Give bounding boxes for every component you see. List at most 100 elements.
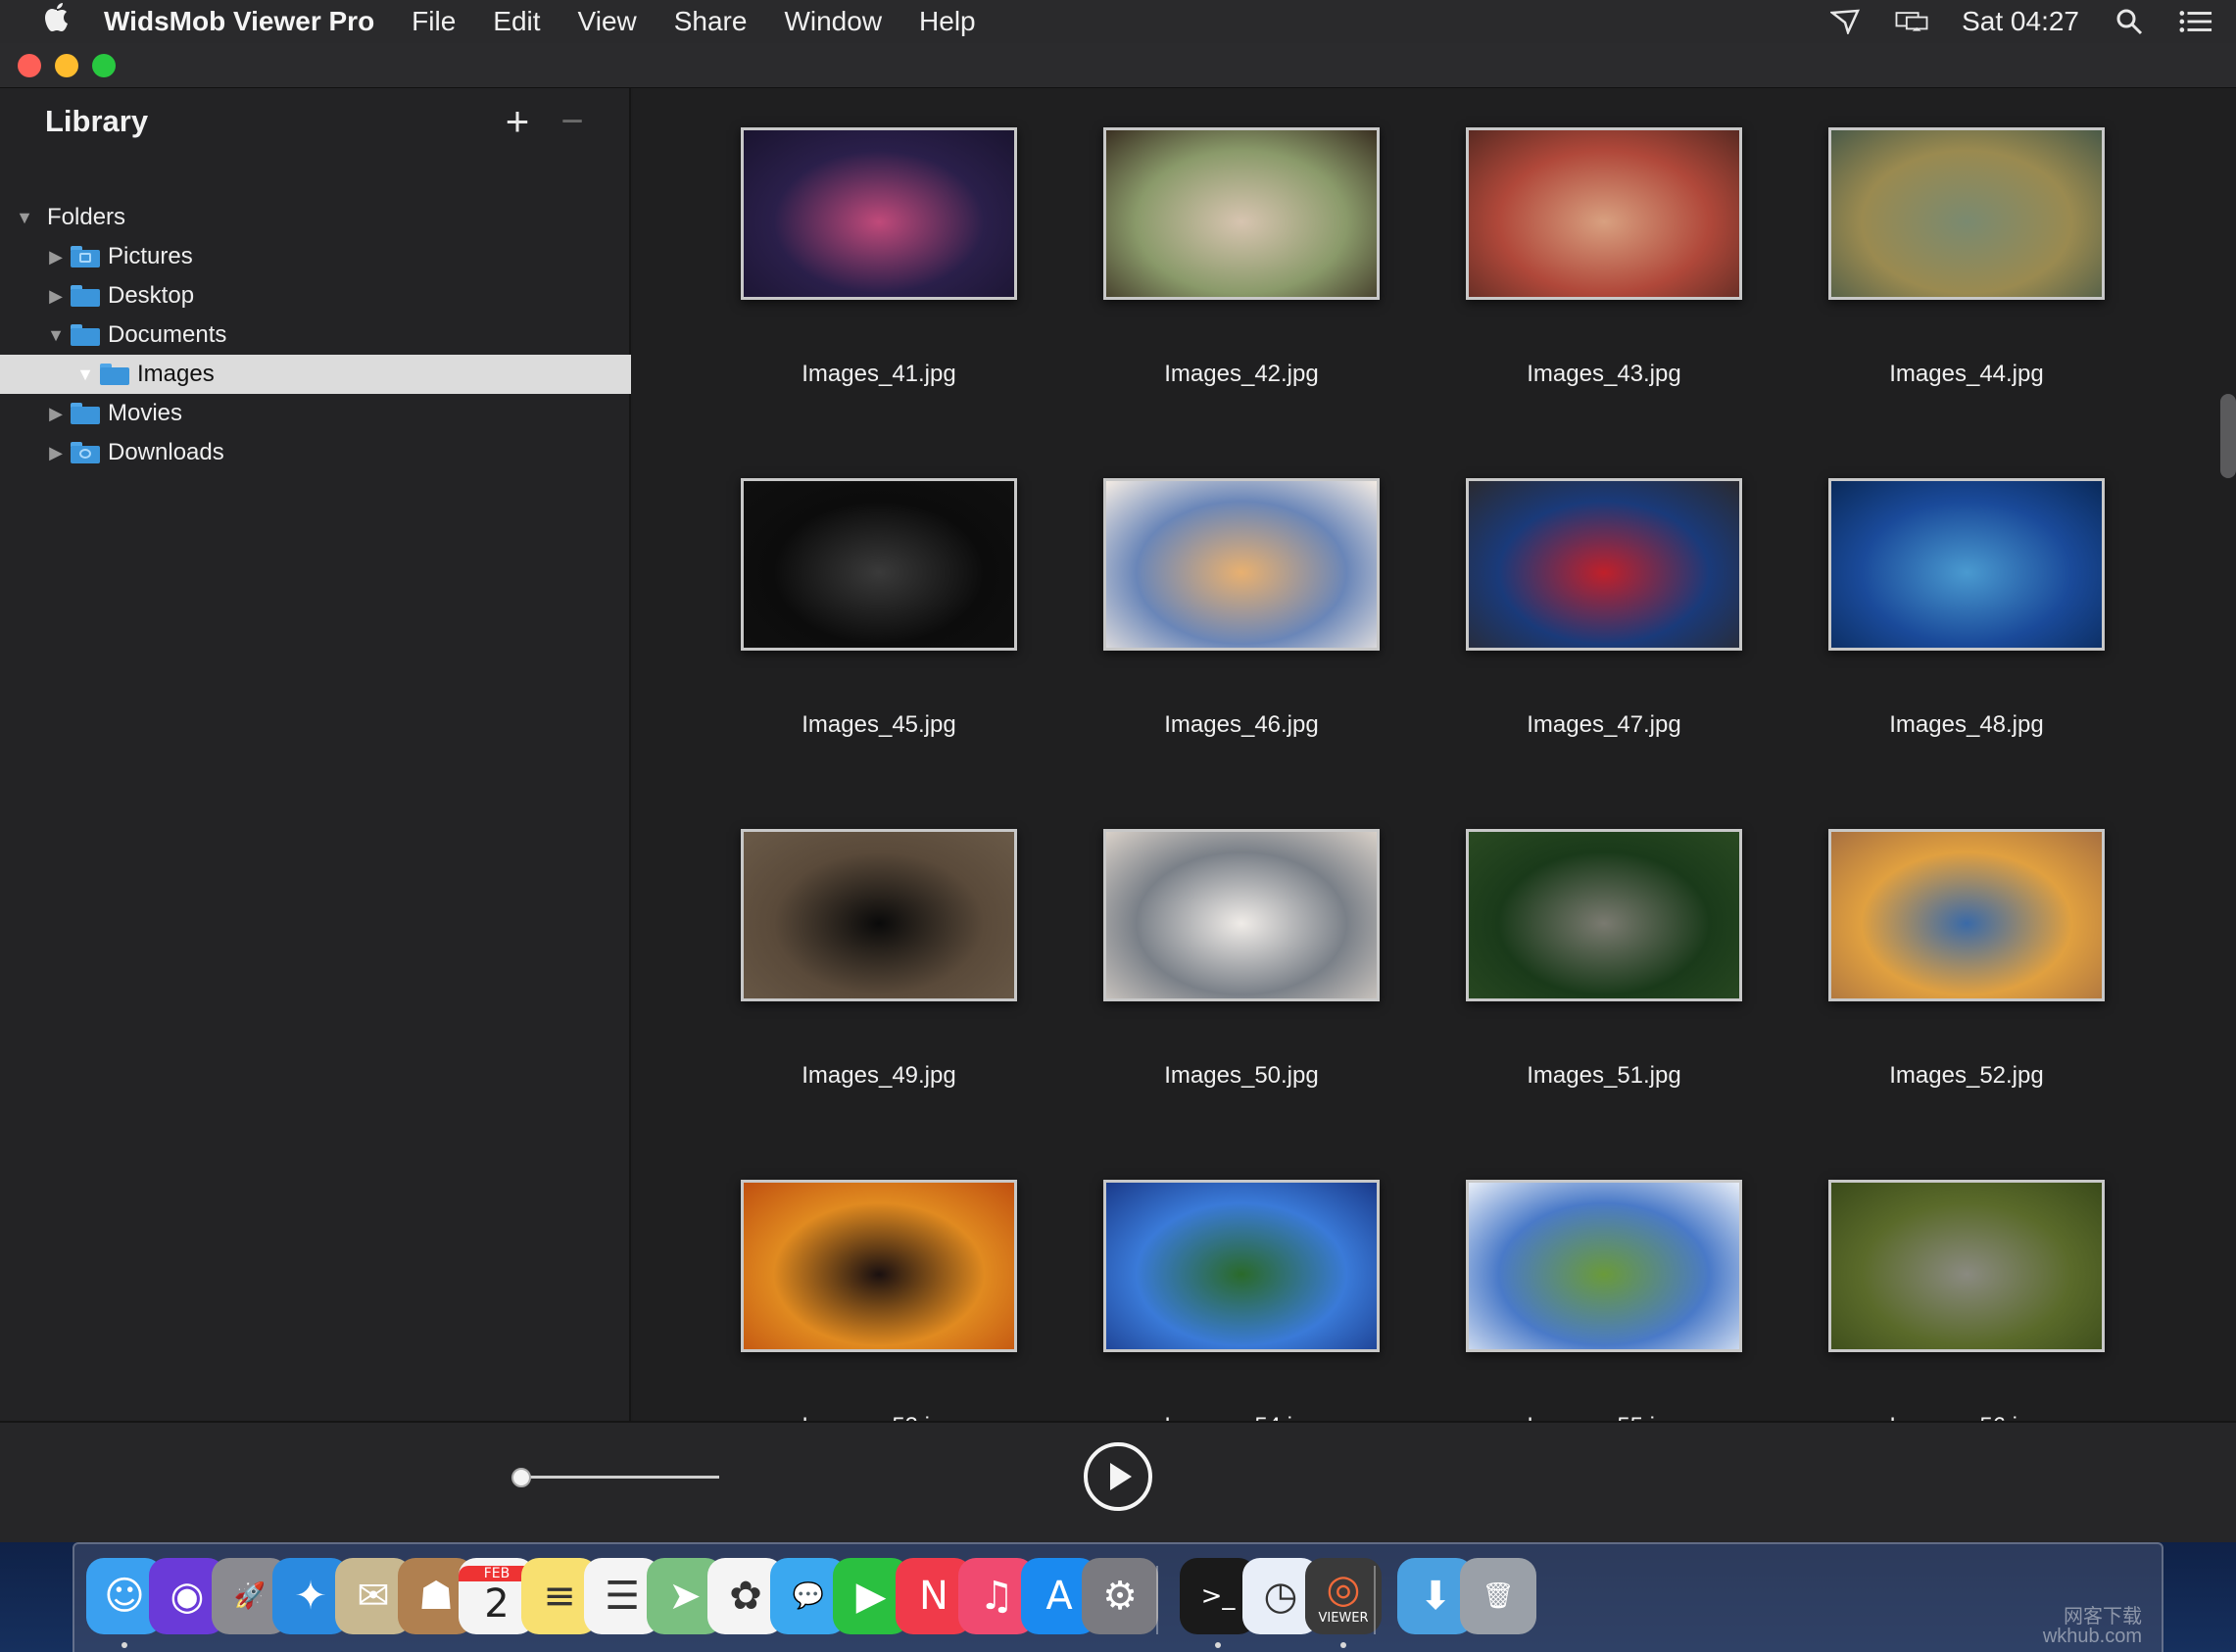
dock: ☺ ◉ 🚀 ✦ ✉ ☗ FEB 2 ≡ ☰ ➤ ✿ 💬 ▶ N ♫ A ⚙ >_ ◷ ◎ VIEWER ⬇ 🗑 网客下载 wk… [73, 1542, 2163, 1652]
thumbnail-item[interactable]: Images_44.jpg [1828, 127, 2113, 412]
add-folder-button[interactable]: + [498, 100, 537, 143]
tree-item-pictures[interactable]: ▶ Pictures [0, 237, 631, 276]
thumbnail-filename: Images_55.jpg [1427, 1413, 1781, 1421]
disclosure-expanded-icon[interactable]: ▼ [45, 324, 67, 346]
remove-folder-button[interactable]: − [555, 100, 590, 143]
running-indicator [1215, 1642, 1221, 1648]
app-name-menu[interactable]: WidsMob Viewer Pro [104, 6, 374, 37]
folder-icon [71, 246, 100, 267]
thumbnail-image[interactable] [1828, 829, 2105, 1001]
window-titlebar[interactable] [0, 43, 2236, 88]
tree-item-folders[interactable]: ▼ Folders [0, 198, 631, 237]
folder-icon [71, 285, 100, 307]
thumbnail-image[interactable] [1828, 478, 2105, 651]
edit-menu[interactable]: Edit [493, 6, 540, 37]
thumbnail-size-slider-knob[interactable] [511, 1468, 531, 1487]
tree-item-desktop[interactable]: ▶ Desktop [0, 276, 631, 316]
thumbnail-image[interactable] [1466, 127, 1742, 300]
thumbnail-filename: Images_56.jpg [1789, 1413, 2144, 1421]
thumbnail-item[interactable]: Images_53.jpg [741, 1180, 1025, 1421]
thumbnail-item[interactable]: Images_51.jpg [1466, 829, 1750, 1113]
tree-item-documents[interactable]: ▼ Documents [0, 316, 631, 355]
share-menu[interactable]: Share [674, 6, 748, 37]
thumbnail-image[interactable] [1103, 127, 1380, 300]
disclosure-expanded-icon[interactable]: ▼ [14, 207, 35, 228]
disclosure-expanded-icon[interactable]: ▼ [74, 364, 96, 385]
window-menu[interactable]: Window [784, 6, 882, 37]
thumbnail-item[interactable]: Images_42.jpg [1103, 127, 1387, 412]
thumbnail-filename: Images_43.jpg [1527, 361, 1681, 387]
tree-item-label: Movies [108, 400, 183, 426]
system-preferences-icon[interactable]: ⚙ [1082, 1558, 1158, 1634]
thumbnail-image[interactable] [1103, 829, 1380, 1001]
thumbnail-item[interactable]: Images_49.jpg [741, 829, 1025, 1113]
vertical-scrollbar[interactable] [2220, 394, 2236, 478]
thumbnail-image[interactable] [1466, 1180, 1742, 1352]
thumbnail-filename: Images_53.jpg [702, 1413, 1056, 1421]
thumbnail-image[interactable] [741, 478, 1017, 651]
thumbnail-image[interactable] [1828, 127, 2105, 300]
display-mirroring-icon[interactable] [1895, 8, 1928, 35]
running-indicator [1340, 1642, 1346, 1648]
spotlight-search-icon[interactable] [2113, 8, 2146, 35]
library-title: Library [45, 104, 149, 138]
thumbnail-size-slider[interactable] [521, 1476, 719, 1479]
thumbnail-item[interactable]: Images_54.jpg [1103, 1180, 1387, 1421]
view-menu[interactable]: View [578, 6, 637, 37]
running-indicator [122, 1642, 127, 1648]
bottom-toolbar [0, 1421, 2236, 1542]
thumbnail-image[interactable] [1103, 478, 1380, 651]
menu-bar: WidsMob Viewer Pro File Edit View Share … [0, 0, 2236, 43]
thumbnail-image[interactable] [741, 1180, 1017, 1352]
apple-menu-icon[interactable] [35, 1, 78, 43]
location-arrow-icon[interactable] [1828, 8, 1862, 35]
library-header: Library + − [0, 88, 629, 155]
disclosure-collapsed-icon[interactable]: ▶ [45, 285, 67, 307]
thumbnail-item[interactable]: Images_43.jpg [1466, 127, 1750, 412]
thumbnail-item[interactable]: Images_41.jpg [741, 127, 1025, 412]
thumbnail-item[interactable]: Images_48.jpg [1828, 478, 2113, 762]
thumbnail-item[interactable]: Images_55.jpg [1466, 1180, 1750, 1421]
thumbnail-filename: Images_44.jpg [1889, 361, 2044, 387]
thumbnail-filename: Images_48.jpg [1889, 711, 2044, 738]
minimize-window-button[interactable] [55, 53, 78, 77]
thumbnail-filename: Images_50.jpg [1164, 1062, 1319, 1089]
close-window-button[interactable] [18, 53, 41, 77]
tree-item-label: Desktop [108, 282, 195, 309]
zoom-window-button[interactable] [92, 53, 116, 77]
widsmob-viewer-icon[interactable]: ◎ VIEWER [1305, 1558, 1382, 1634]
thumbnail-filename: Images_49.jpg [802, 1062, 956, 1089]
folder-icon [71, 403, 100, 424]
folder-icon [71, 442, 100, 463]
thumbnail-filename: Images_42.jpg [1164, 361, 1319, 387]
help-menu[interactable]: Help [919, 6, 976, 37]
thumbnail-item[interactable]: Images_46.jpg [1103, 478, 1387, 762]
tree-item-images[interactable]: ▼ Images [0, 355, 631, 394]
tree-item-downloads[interactable]: ▶ Downloads [0, 433, 631, 472]
thumbnail-image[interactable] [1828, 1180, 2105, 1352]
thumbnail-item[interactable]: Images_50.jpg [1103, 829, 1387, 1113]
thumbnail-item[interactable]: Images_47.jpg [1466, 478, 1750, 762]
thumbnail-item[interactable]: Images_45.jpg [741, 478, 1025, 762]
slideshow-play-button[interactable] [1084, 1442, 1152, 1511]
tree-item-movies[interactable]: ▶ Movies [0, 394, 631, 433]
folder-icon [71, 324, 100, 346]
file-menu[interactable]: File [412, 6, 456, 37]
thumbnail-image[interactable] [1103, 1180, 1380, 1352]
disclosure-collapsed-icon[interactable]: ▶ [45, 246, 67, 267]
thumbnail-grid[interactable]: Images_41.jpg Images_42.jpg Images_43.jpg I… [633, 88, 2236, 1421]
thumbnail-image[interactable] [741, 829, 1017, 1001]
thumbnail-image[interactable] [741, 127, 1017, 300]
thumbnail-filename: Images_46.jpg [1164, 711, 1319, 738]
folder-icon [100, 364, 129, 385]
disclosure-collapsed-icon[interactable]: ▶ [45, 403, 67, 424]
menu-clock[interactable]: Sat 04:27 [1962, 6, 2079, 37]
thumbnail-item[interactable]: Images_52.jpg [1828, 829, 2113, 1113]
thumbnail-image[interactable] [1466, 829, 1742, 1001]
trash-icon[interactable]: 🗑 [1460, 1558, 1536, 1634]
notification-center-icon[interactable] [2179, 8, 2212, 35]
thumbnail-filename: Images_54.jpg [1064, 1413, 1419, 1421]
thumbnail-item[interactable]: Images_56.jpg [1828, 1180, 2113, 1421]
thumbnail-image[interactable] [1466, 478, 1742, 651]
disclosure-collapsed-icon[interactable]: ▶ [45, 442, 67, 463]
